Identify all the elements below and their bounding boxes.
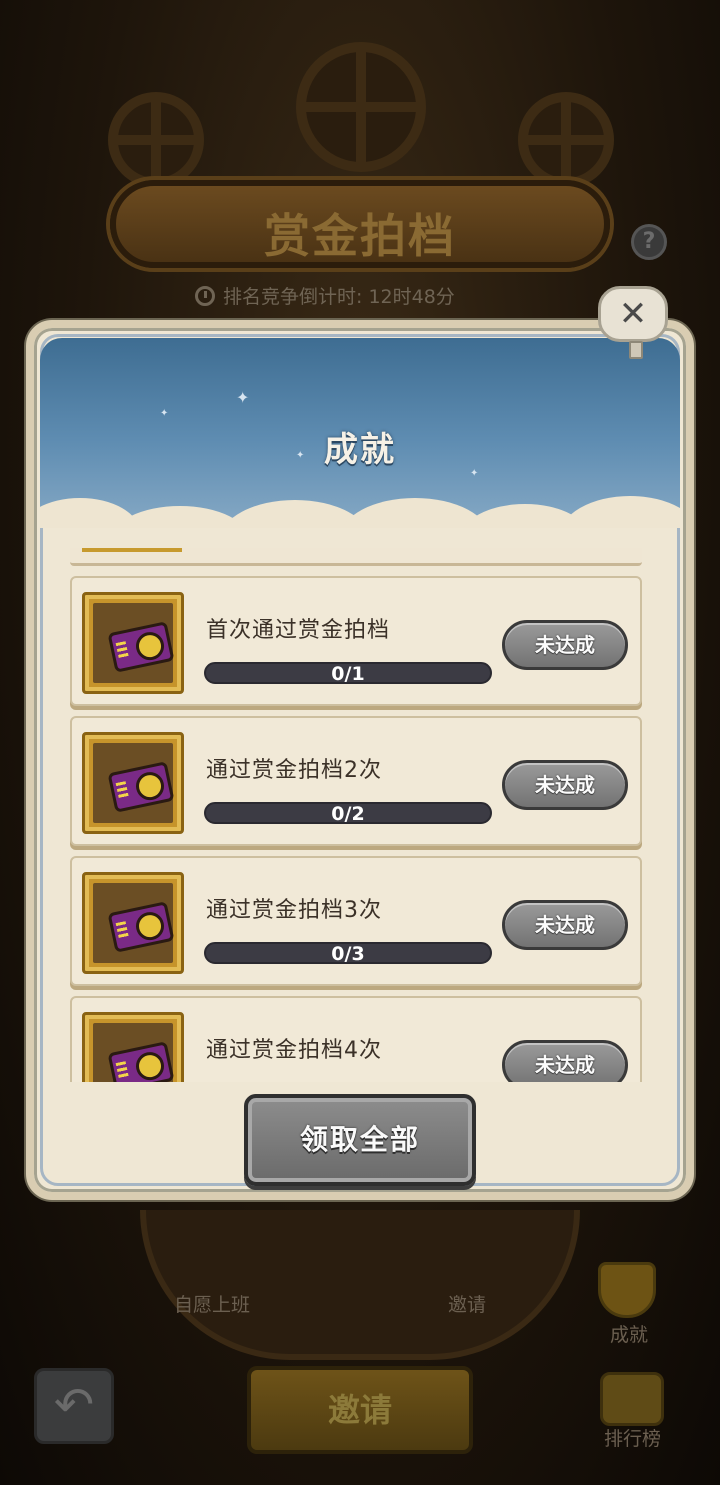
reward-icon-bg — [93, 1023, 175, 1082]
ticket-icon — [107, 1041, 175, 1082]
invite-button-label: 邀请 — [327, 1391, 392, 1429]
back-arrow-icon: ↶ — [53, 1377, 95, 1433]
dialog-title: 成就 — [324, 430, 396, 470]
progress-text: 0/2 — [331, 803, 365, 824]
status-button[interactable]: 未达成 — [502, 1040, 628, 1082]
ranking-tab[interactable]: 排行榜 — [604, 1424, 661, 1451]
status-button[interactable]: 未达成 — [502, 620, 628, 670]
list-item: 通过赏金拍档2次 0/2 未达成 — [70, 716, 642, 846]
help-button[interactable]: ? — [631, 224, 667, 260]
background-window — [108, 92, 204, 188]
ranking-timer: 排名竞争倒计时: 12时48分 — [195, 282, 455, 309]
volunteer-label: 自愿上班 — [174, 1294, 251, 1316]
achievement-tab[interactable]: 成就 — [610, 1320, 648, 1347]
invite-tab[interactable]: 邀请 — [448, 1290, 486, 1317]
list-item: 通过赏金拍档3次 0/3 未达成 — [70, 856, 642, 986]
achievement-title: 通过赏金拍档2次 — [206, 758, 382, 783]
achievement-title: 通过赏金拍档3次 — [206, 898, 382, 923]
ranking-timer-text: 排名竞争倒计时: 12时48分 — [223, 286, 455, 308]
status-button[interactable]: 未达成 — [502, 760, 628, 810]
ranking-icon[interactable] — [600, 1372, 664, 1426]
volunteer-tab[interactable]: 自愿上班 — [174, 1290, 250, 1317]
achievement-title: 通过赏金拍档4次 — [206, 1038, 382, 1063]
clock-icon — [195, 285, 215, 306]
list-item-partial — [70, 548, 642, 566]
reward-icon-frame — [82, 872, 184, 974]
background-window — [518, 92, 614, 188]
list-item: 首次通过赏金拍档 0/1 未达成 — [70, 576, 642, 706]
reward-icon-frame — [82, 732, 184, 834]
ticket-icon — [107, 621, 175, 673]
close-button[interactable]: ✕ — [598, 286, 668, 359]
reward-icon-partial — [82, 548, 182, 552]
status-button[interactable]: 未达成 — [502, 900, 628, 950]
progress-text: 0/3 — [331, 943, 365, 964]
progress-bar: 0/3 — [204, 942, 492, 964]
background-pot — [140, 1210, 580, 1360]
list-item: 通过赏金拍档4次 未达成 — [70, 996, 642, 1082]
progress-bar: 0/1 — [204, 662, 492, 684]
reward-icon-bg — [93, 883, 175, 963]
reward-icon-frame — [82, 1012, 184, 1082]
ranking-label: 排行榜 — [604, 1428, 662, 1450]
sky-header: ✦ ✦ ✦ ✦ 成就 — [40, 338, 680, 528]
reward-icon-frame — [82, 592, 184, 694]
trophy-icon[interactable] — [598, 1262, 656, 1318]
reward-icon-bg — [93, 603, 175, 683]
achievement-list[interactable]: 首次通过赏金拍档 0/1 未达成 通过赏金拍档2次 0/2 未达成 通过赏金拍档… — [70, 548, 646, 1082]
achievement-label: 成就 — [610, 1324, 649, 1346]
background-window — [296, 42, 426, 172]
ticket-icon — [107, 901, 175, 953]
ticket-icon — [107, 761, 175, 813]
claim-all-label: 领取全部 — [299, 1123, 420, 1156]
reward-icon-bg — [93, 743, 175, 823]
cloud — [560, 496, 680, 528]
progress-text: 0/1 — [331, 663, 365, 684]
close-icon: ✕ — [618, 294, 648, 334]
event-banner: 赏金拍档 — [110, 180, 610, 268]
star-icon: ✦ — [160, 408, 169, 419]
star-icon: ✦ — [236, 388, 250, 407]
event-title: 赏金拍档 — [264, 209, 456, 263]
achievement-title: 首次通过赏金拍档 — [206, 618, 391, 643]
claim-all-button[interactable]: 领取全部 — [244, 1094, 476, 1186]
invite-tab-label: 邀请 — [448, 1294, 487, 1316]
progress-bar: 0/2 — [204, 802, 492, 824]
invite-button[interactable]: 邀请 — [247, 1366, 473, 1454]
back-button[interactable]: ↶ — [34, 1368, 114, 1444]
